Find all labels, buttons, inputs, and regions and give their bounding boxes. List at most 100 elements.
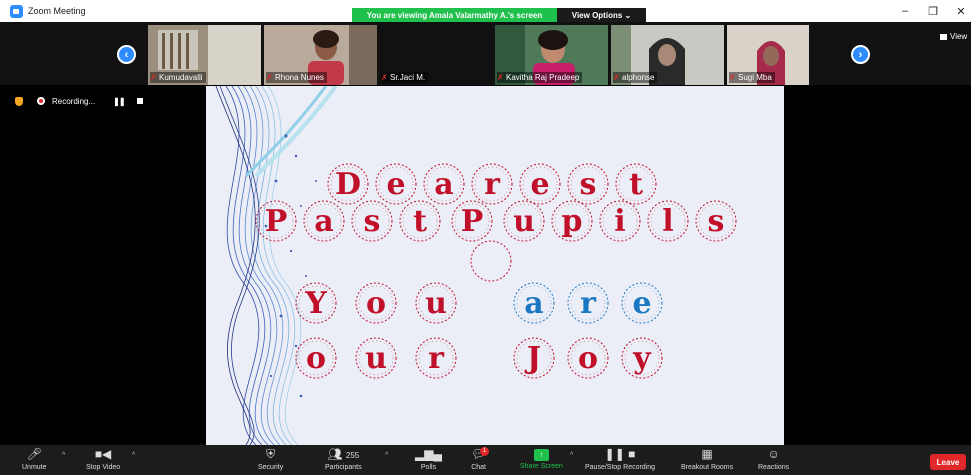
slide-letter-text: s — [579, 166, 597, 202]
slide-letter-text: a — [524, 285, 544, 321]
zoom-meeting-window: Zoom Meeting – ❐ ✕ You are viewing Amala… — [0, 0, 971, 475]
slide-letter: J — [513, 337, 555, 379]
recording-label: Recording... — [52, 96, 96, 106]
bar-chart-icon: ▂▆▄ — [415, 447, 442, 461]
slide-letter: i — [599, 200, 641, 242]
slide-letter-text: i — [614, 203, 626, 239]
participant-name: Rhona Nunes — [275, 73, 324, 82]
slide-letter-text: s — [707, 203, 725, 239]
muted-mic-icon: ✗ — [381, 73, 388, 82]
window-title: Zoom Meeting — [28, 6, 86, 16]
slide-letter-text: r — [428, 340, 444, 376]
grid-view-icon — [940, 33, 947, 40]
slide-letter-text: s — [363, 203, 381, 239]
zoom-app-icon — [10, 4, 23, 18]
share-arrow-icon: ↑ — [533, 449, 549, 461]
slide-letter-text: e — [530, 166, 550, 202]
view-options-button[interactable]: View Options ⌄ — [557, 8, 646, 23]
pause-stop-recording-button[interactable]: ❚❚ ■ Pause/Stop Recording — [585, 447, 655, 471]
stop-video-button[interactable]: ■◀ Stop Video — [86, 447, 120, 471]
recording-indicator: Recording... ❚❚ — [15, 95, 143, 107]
gallery-prev-button[interactable]: ‹ — [117, 45, 136, 64]
unmute-button[interactable]: 🎤︎ Unmute — [22, 447, 47, 471]
view-button[interactable]: View — [940, 32, 967, 41]
slide-letter: s — [695, 200, 737, 242]
participant-tile[interactable]: ✗ Sr.Jaci M. — [379, 25, 492, 85]
video-options-caret[interactable]: ^ — [132, 452, 135, 459]
participant-tile[interactable]: ✗ Kumudavalli — [148, 25, 261, 85]
slide-letter-text: P — [460, 203, 484, 239]
share-banner: You are viewing Amala Valarmathy A.'s sc… — [352, 8, 646, 23]
view-label: View — [950, 32, 968, 41]
slide-letter: u — [503, 200, 545, 242]
security-button[interactable]: ⛨ Security — [258, 447, 283, 471]
slide-letter-text: P — [264, 203, 288, 239]
chevron-left-icon: ‹ — [124, 48, 129, 61]
participant-tile[interactable]: ✗ Rhona Nunes — [264, 25, 377, 85]
grid-icon: ▦ — [701, 447, 713, 461]
slide-letter: u — [355, 337, 397, 379]
stop-recording-icon[interactable] — [136, 98, 143, 104]
share-banner-text: You are viewing Amala Valarmathy A.'s sc… — [366, 11, 543, 20]
participants-options-caret[interactable]: ^ — [385, 452, 388, 459]
participant-name: Kavitha Raj Pradeep — [506, 73, 580, 82]
slide-letter: a — [513, 282, 555, 324]
participants-button[interactable]: 👥︎ 255 Participants — [325, 447, 362, 471]
muted-mic-icon: ✗ — [497, 73, 504, 82]
participant-name: Kumudavalli — [159, 73, 203, 82]
video-camera-icon: ■◀ — [94, 447, 112, 461]
slide-letter: Y — [295, 282, 337, 324]
slide-letter: p — [551, 200, 593, 242]
slide-letter-text: l — [662, 203, 674, 239]
participant-tile[interactable]: ✗ alphonse — [611, 25, 724, 85]
pause-recording-icon[interactable]: ❚❚ — [113, 97, 125, 106]
slide-letter-text: p — [561, 203, 583, 239]
close-icon[interactable]: ✕ — [953, 5, 969, 18]
participant-name: alphonse — [622, 73, 655, 82]
breakout-rooms-button[interactable]: ▦ Breakout Rooms — [681, 447, 733, 471]
slide-letter: o — [567, 337, 609, 379]
chat-button[interactable]: 💬︎ 1 Chat — [471, 447, 489, 471]
slide-letter: y — [621, 337, 663, 379]
slide-letter-text: t — [413, 203, 427, 239]
slide-letter: l — [647, 200, 689, 242]
slide-letter-text: o — [577, 340, 598, 376]
leave-button[interactable]: Leave — [930, 454, 966, 470]
participant-name: Sugi Mba — [738, 73, 772, 82]
shield-icon: ⛨ — [266, 447, 276, 461]
slide-letter: a — [303, 200, 345, 242]
share-screen-button[interactable]: ↑ Share Screen — [520, 447, 563, 470]
participant-tile[interactable]: ✗ Sugi Mba — [727, 25, 809, 85]
slide-letter: r — [567, 282, 609, 324]
gallery-next-button[interactable]: › — [851, 45, 870, 64]
polls-button[interactable]: ▂▆▄ Polls — [415, 447, 442, 471]
slide-letter-text: u — [365, 340, 387, 376]
slide-letter-text: u — [513, 203, 535, 239]
chat-badge: 1 — [480, 447, 489, 456]
muted-mic-icon: ✗ — [266, 73, 273, 82]
minimize-icon[interactable]: – — [897, 5, 913, 17]
slide-letter-text: e — [386, 166, 406, 202]
slide-letter: P — [451, 200, 493, 242]
slide-letter-text: y — [633, 340, 651, 376]
audio-options-caret[interactable]: ^ — [62, 452, 65, 459]
restore-icon[interactable]: ❐ — [925, 5, 941, 18]
participant-tile[interactable]: ✗ Kavitha Raj Pradeep — [495, 25, 608, 85]
slide-letter: o — [295, 337, 337, 379]
slide-letter-text: e — [632, 285, 652, 321]
slide-letter-text: r — [484, 166, 500, 202]
slide-letter-text: o — [305, 340, 326, 376]
slide-letter: P — [255, 200, 297, 242]
reactions-button[interactable]: ☺ Reactions — [758, 447, 789, 471]
meeting-toolbar: 🎤︎ Unmute ^ ■◀ Stop Video ^ ⛨ Security 👥… — [0, 445, 971, 475]
shared-screen-slide: Dearest PastPupils Youare ourJoy — [206, 86, 784, 445]
slide-letter: r — [415, 337, 457, 379]
people-icon: 👥︎ — [327, 447, 343, 461]
slide-letter: e — [621, 282, 663, 324]
slide-letter: u — [415, 282, 457, 324]
empty-wreath — [470, 240, 512, 282]
slide-letter-text: J — [526, 340, 542, 376]
muted-mic-icon: ✗ — [729, 73, 736, 82]
record-dot-icon — [37, 97, 45, 105]
share-options-caret[interactable]: ^ — [570, 452, 573, 459]
